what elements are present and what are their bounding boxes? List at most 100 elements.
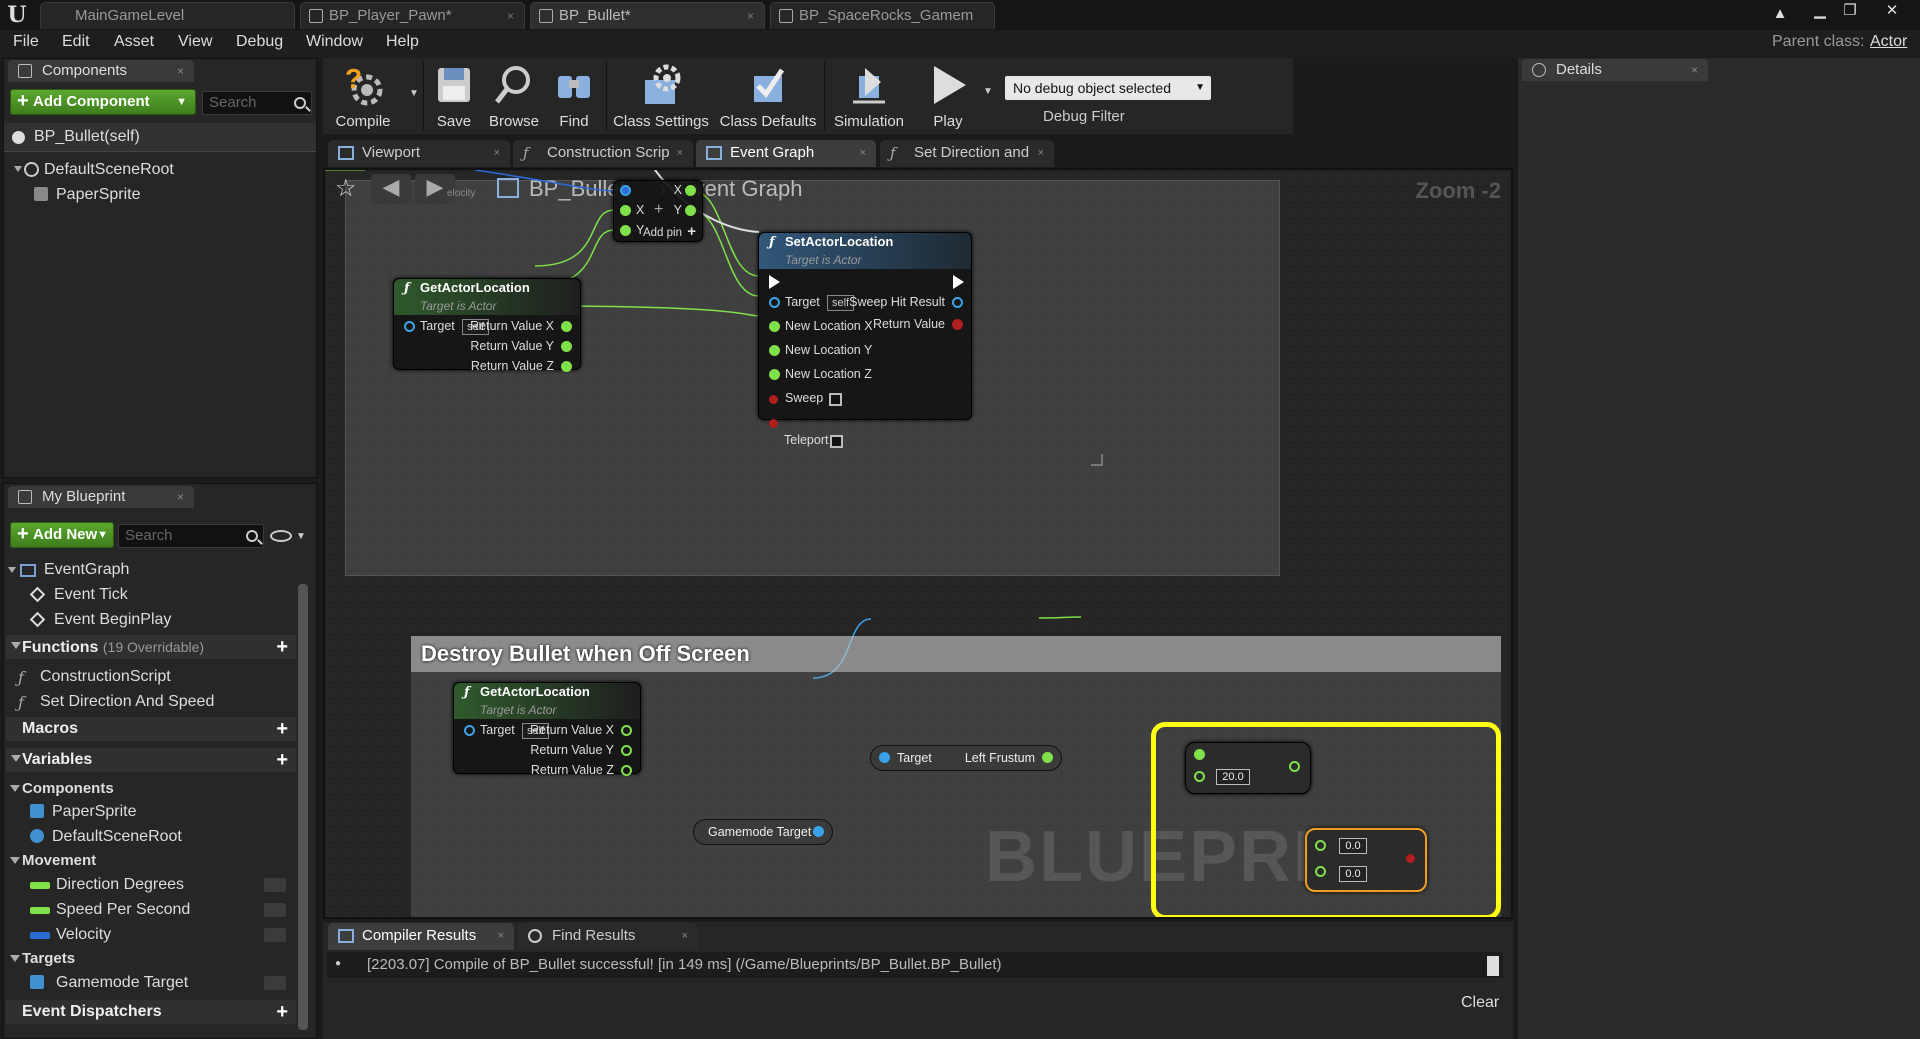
pin-target[interactable]: [404, 321, 415, 332]
close-icon[interactable]: ×: [498, 923, 504, 949]
macros-section[interactable]: Macros +: [6, 717, 296, 741]
menu-debug[interactable]: Debug: [236, 33, 283, 51]
add-pin-button[interactable]: Add pin: [643, 227, 682, 239]
pin-new-y[interactable]: [769, 345, 780, 356]
variable-velocity[interactable]: Velocity: [30, 926, 296, 948]
pin-left-frustum[interactable]: [1042, 752, 1053, 763]
visibility-eye-icon[interactable]: [264, 903, 286, 917]
node-set-actor-location[interactable]: ƒ SetActorLocation Target is Actor Target …: [758, 232, 972, 428]
tab-bp-player-pawn[interactable]: BP_Player_Pawn* ×: [300, 2, 525, 29]
event-graph-canvas[interactable]: ☆ ◀ ▶ elocity BP_Bullet › Event Graph Zo…: [323, 168, 1513, 919]
close-icon[interactable]: ×: [494, 140, 500, 166]
class-settings-button[interactable]: Class Settings: [609, 58, 713, 134]
exec-in-pin[interactable]: [769, 275, 780, 289]
pin-return-x[interactable]: [561, 321, 572, 332]
close-icon[interactable]: ×: [682, 923, 688, 949]
add-component-button[interactable]: + Add Component ▼: [10, 89, 196, 115]
resize-handle-icon[interactable]: [1091, 454, 1103, 466]
browse-button[interactable]: Browse: [484, 58, 544, 134]
sweep-checkbox[interactable]: [829, 393, 842, 406]
close-icon[interactable]: ×: [747, 3, 754, 29]
add-macro-button[interactable]: +: [276, 717, 288, 741]
pin-return-x[interactable]: [621, 725, 632, 736]
exec-out-pin[interactable]: [953, 275, 965, 289]
pin-x-in[interactable]: [620, 205, 631, 216]
close-icon[interactable]: ×: [177, 60, 184, 82]
collapse-arrow-icon[interactable]: [8, 567, 16, 573]
node-gamemode-target[interactable]: Gamemode Target: [693, 819, 833, 845]
collapse-arrow-icon[interactable]: [14, 166, 22, 172]
save-button[interactable]: Save: [426, 58, 482, 134]
pin-y-out[interactable]: [685, 205, 696, 216]
tab-bp-bullet[interactable]: BP_Bullet* ×: [530, 2, 765, 29]
variable-speed-per-second[interactable]: Speed Per Second: [30, 901, 296, 923]
components-tab[interactable]: Components ×: [8, 60, 194, 82]
menu-asset[interactable]: Asset: [114, 33, 154, 51]
learn-icon[interactable]: ▲: [1768, 4, 1792, 24]
collapse-arrow-icon[interactable]: [10, 857, 20, 864]
tab-viewport[interactable]: Viewport ×: [328, 140, 510, 167]
menu-view[interactable]: View: [178, 33, 212, 51]
details-tab[interactable]: Details ×: [1522, 59, 1708, 81]
category-movement[interactable]: Movement: [6, 852, 296, 872]
pin-sweep-hit[interactable]: [952, 297, 963, 308]
menu-file[interactable]: File: [13, 33, 39, 51]
add-new-button[interactable]: + Add New ▼: [10, 522, 114, 548]
pin-sweep[interactable]: [769, 395, 778, 404]
maximize-button[interactable]: ❐: [1838, 1, 1862, 21]
pin-y-in[interactable]: [620, 225, 631, 236]
play-button[interactable]: Play: [915, 58, 981, 134]
eye-icon[interactable]: [270, 530, 292, 542]
add-dispatcher-button[interactable]: +: [276, 1000, 288, 1024]
close-icon[interactable]: ×: [1038, 140, 1044, 166]
pin-new-z[interactable]: [769, 369, 780, 380]
pin-target[interactable]: [464, 725, 475, 736]
clear-button[interactable]: Clear: [1461, 994, 1499, 1012]
pin-teleport[interactable]: [769, 419, 778, 428]
pin-return-z[interactable]: [621, 765, 632, 776]
pin-output[interactable]: [813, 826, 824, 837]
self-row[interactable]: BP_Bullet(self): [4, 123, 316, 151]
tab-compiler-results[interactable]: Compiler Results ×: [328, 923, 514, 950]
node-get-actor-location-bottom[interactable]: ƒ GetActorLocation Target is Actor Target …: [453, 682, 641, 777]
find-button[interactable]: Find: [546, 58, 602, 134]
pin-new-x[interactable]: [769, 321, 780, 332]
comment-title[interactable]: Destroy Bullet when Off Screen: [411, 636, 1501, 672]
class-defaults-button[interactable]: Class Defaults: [715, 58, 821, 134]
my-blueprint-tab[interactable]: My Blueprint ×: [8, 486, 194, 508]
add-function-button[interactable]: +: [276, 635, 288, 659]
pin-target[interactable]: [879, 752, 890, 763]
visibility-eye-icon[interactable]: [264, 878, 286, 892]
pin-return-y[interactable]: [561, 341, 572, 352]
node-get-actor-location-top[interactable]: ƒ GetActorLocation Target is Actor Target …: [393, 278, 581, 373]
tree-item-eventgraph[interactable]: EventGraph: [8, 561, 296, 583]
node-left-frustum[interactable]: Target Left Frustum: [870, 745, 1062, 771]
event-dispatchers-section[interactable]: Event Dispatchers +: [6, 1000, 296, 1024]
variables-section[interactable]: Variables +: [6, 748, 296, 772]
visibility-eye-icon[interactable]: [264, 928, 286, 942]
pin-x-out[interactable]: [685, 185, 696, 196]
close-icon[interactable]: ×: [677, 140, 683, 166]
variable-direction-degrees[interactable]: Direction Degrees: [30, 876, 296, 898]
add-variable-button[interactable]: +: [276, 748, 288, 772]
close-window-button[interactable]: ✕: [1880, 1, 1904, 21]
simulation-button[interactable]: Simulation: [827, 58, 911, 134]
collapse-arrow-icon[interactable]: [11, 642, 21, 649]
tab-construction-script[interactable]: ƒ Construction Scrip ×: [513, 140, 693, 167]
close-icon[interactable]: ×: [1691, 59, 1698, 81]
tab-event-graph[interactable]: Event Graph ×: [696, 140, 876, 167]
tab-bp-spacerocks-gamemode[interactable]: BP_SpaceRocks_Gamem: [770, 2, 995, 29]
play-options-arrow-icon[interactable]: ▼: [983, 86, 993, 97]
dropdown-arrow-icon[interactable]: ▼: [296, 531, 306, 542]
tab-set-direction[interactable]: ƒ Set Direction and ×: [880, 140, 1054, 167]
collapse-arrow-icon[interactable]: [10, 955, 20, 962]
close-icon[interactable]: ×: [507, 3, 514, 29]
pin-target[interactable]: [769, 297, 780, 308]
plus-icon[interactable]: +: [687, 223, 696, 240]
variable-gamemode-target[interactable]: Gamemode Target: [30, 974, 296, 996]
menu-edit[interactable]: Edit: [62, 33, 90, 51]
scrollbar[interactable]: [298, 584, 308, 1030]
close-icon[interactable]: ×: [860, 140, 866, 166]
tab-find-results[interactable]: Find Results ×: [518, 923, 698, 950]
functions-section[interactable]: Functions (19 Overridable) +: [6, 635, 296, 659]
